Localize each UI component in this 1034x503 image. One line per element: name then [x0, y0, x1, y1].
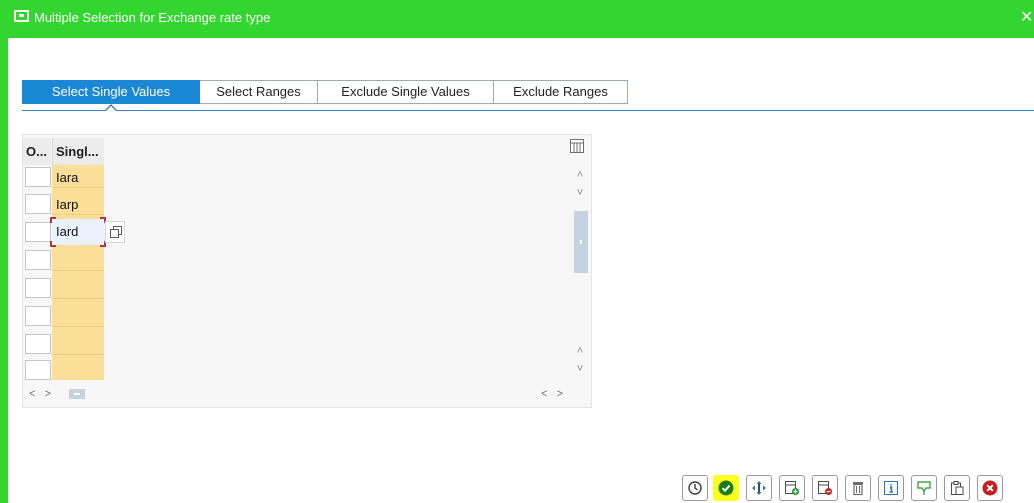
close-button[interactable]: ✕	[1020, 9, 1033, 27]
cancel-button[interactable]	[977, 475, 1003, 501]
row-selector[interactable]	[25, 250, 51, 270]
row-divider	[52, 354, 104, 355]
filter-icon	[917, 481, 931, 495]
row-selector[interactable]	[25, 360, 51, 380]
tab-select-ranges[interactable]: Select Ranges	[200, 80, 318, 104]
row-selector[interactable]	[25, 334, 51, 354]
row-divider	[52, 326, 104, 327]
upload-button[interactable]	[944, 475, 970, 501]
help-button[interactable]	[878, 475, 904, 501]
scroll-right-icon[interactable]: >	[45, 388, 51, 400]
delete-all-button[interactable]	[845, 475, 871, 501]
tab-exclude-ranges[interactable]: Exclude Ranges	[494, 80, 628, 104]
clock-arrow-icon	[688, 481, 702, 495]
scroll-down-icon[interactable]: ˅	[572, 185, 588, 201]
value-cell[interactable]	[56, 331, 102, 353]
clipboard-icon	[951, 481, 964, 495]
column-header-option[interactable]: O...	[23, 138, 51, 165]
value-cell-active[interactable]: Iard	[52, 219, 104, 245]
scroll-right-icon[interactable]: >	[557, 388, 563, 400]
dialog-icon	[14, 10, 29, 22]
value-cell[interactable]: Iara	[56, 167, 102, 189]
tab-underline	[22, 110, 1034, 111]
options-button[interactable]	[911, 475, 937, 501]
title-bar: Multiple Selection for Exchange rate typ…	[0, 0, 1034, 38]
value-cell[interactable]	[56, 357, 102, 379]
green-check-icon	[718, 480, 734, 496]
drag-arrows-icon	[752, 481, 766, 495]
scrollbar-thumb[interactable]	[574, 211, 588, 273]
focus-marker	[50, 217, 56, 223]
values-table: O... Singl... Iara Iarp Iard ˄ ˅ ˄ ˅ < >…	[22, 134, 592, 408]
move-button[interactable]	[746, 475, 772, 501]
row-divider	[52, 298, 104, 299]
info-icon	[884, 481, 898, 495]
row-selector[interactable]	[25, 194, 51, 214]
row-selector[interactable]	[25, 278, 51, 298]
scroll-up-icon[interactable]: ˄	[572, 167, 588, 183]
row-selector[interactable]	[25, 306, 51, 326]
scroll-down-icon[interactable]: ˅	[572, 361, 588, 377]
horizontal-scroll-left[interactable]: < >	[29, 387, 51, 401]
insert-row-button[interactable]	[779, 475, 805, 501]
copy-button[interactable]	[713, 475, 739, 501]
row-selector[interactable]	[25, 167, 51, 187]
insert-row-icon	[785, 481, 799, 495]
trash-icon	[853, 482, 863, 496]
value-cell[interactable]: Iarp	[56, 194, 102, 216]
table-settings-icon[interactable]	[570, 139, 584, 153]
row-selector[interactable]	[25, 222, 51, 242]
value-cell[interactable]	[56, 275, 102, 297]
tab-strip: Select Single Values Select Ranges Exclu…	[22, 80, 628, 104]
dialog-title: Multiple Selection for Exchange rate typ…	[34, 10, 271, 25]
value-help-button[interactable]	[105, 221, 125, 243]
horizontal-scroll-right[interactable]: < >	[541, 387, 563, 401]
delete-row-icon	[818, 481, 832, 495]
value-cell[interactable]	[56, 303, 102, 325]
column-header-single-value[interactable]: Singl...	[52, 138, 104, 165]
delete-row-button[interactable]	[812, 475, 838, 501]
tab-exclude-single-values[interactable]: Exclude Single Values	[318, 80, 494, 104]
value-cell[interactable]	[56, 247, 102, 269]
horizontal-scrollbar-thumb[interactable]	[69, 389, 85, 399]
scroll-left-icon[interactable]: <	[29, 388, 35, 400]
vertical-scrollbar[interactable]: ˄ ˅ ˄ ˅	[572, 163, 588, 381]
tab-select-single-values[interactable]: Select Single Values	[22, 80, 200, 104]
execute-button[interactable]	[682, 475, 708, 501]
row-divider	[52, 270, 104, 271]
copy-icon	[110, 229, 119, 238]
red-x-icon	[982, 480, 998, 496]
scroll-left-icon[interactable]: <	[541, 388, 547, 400]
scroll-up-icon[interactable]: ˄	[572, 343, 588, 359]
active-tab-pointer	[104, 104, 118, 112]
